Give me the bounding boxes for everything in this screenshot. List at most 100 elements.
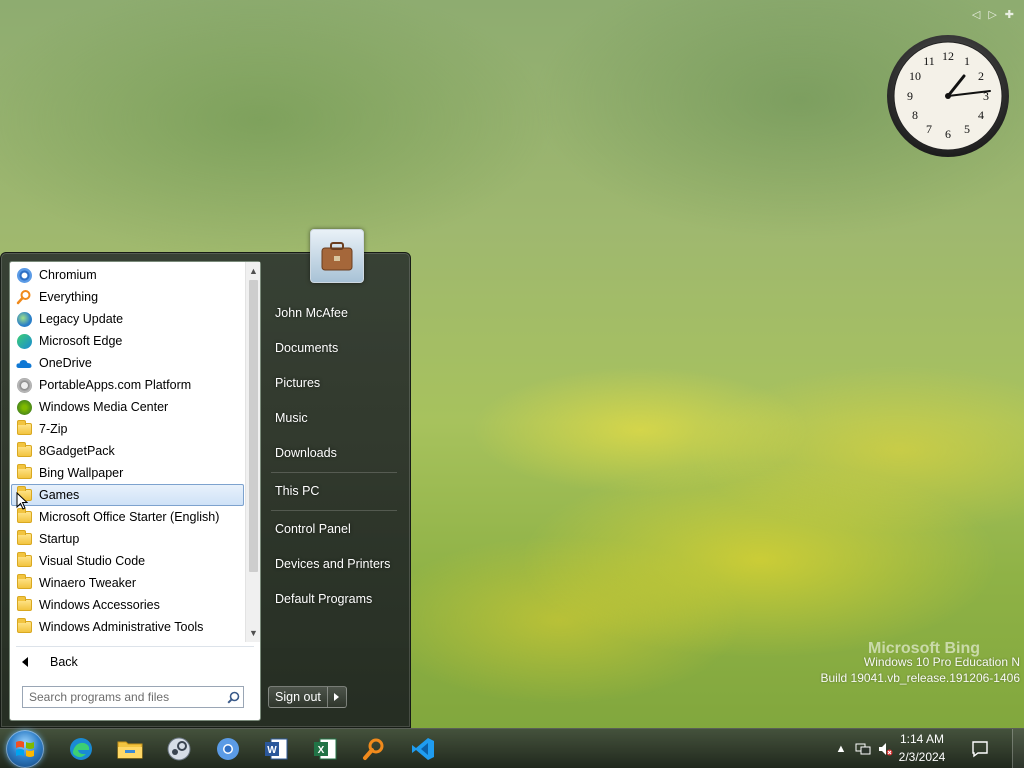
search-programs-box[interactable]	[22, 686, 244, 708]
folder-icon	[16, 442, 32, 459]
svg-text:X: X	[318, 745, 325, 756]
shutdown-options-arrow-icon[interactable]	[328, 687, 346, 707]
user-avatar[interactable]	[310, 229, 364, 283]
folder-icon	[16, 618, 32, 635]
taskbar-chromium-icon[interactable]	[214, 735, 242, 763]
program-item[interactable]: Chromium	[11, 264, 244, 286]
svg-text:9: 9	[907, 89, 913, 103]
start-downloads[interactable]: Downloads	[267, 440, 401, 466]
gadget-prev-icon[interactable]: ◁	[972, 8, 980, 21]
program-list-scrollbar[interactable]: ▲ ▼	[245, 262, 260, 642]
svg-text:12: 12	[942, 49, 954, 63]
folder-icon	[16, 552, 32, 569]
taskbar-date[interactable]: 2/3/2024	[892, 750, 952, 764]
mouse-cursor-icon	[16, 492, 28, 510]
svg-text:2: 2	[978, 69, 984, 83]
program-label: Microsoft Edge	[39, 334, 123, 348]
program-item[interactable]: Microsoft Office Starter (English)	[11, 506, 244, 528]
show-desktop-button[interactable]	[1012, 729, 1024, 768]
program-label: Windows Accessories	[39, 598, 160, 612]
folder-icon	[16, 420, 32, 437]
folder-icon	[16, 530, 32, 547]
taskbar: W X ▲ 1:14 AM 2/3/2024	[0, 728, 1024, 768]
program-item[interactable]: Microsoft Edge	[11, 330, 244, 352]
taskbar-word-icon[interactable]: W	[262, 735, 290, 763]
svg-text:4: 4	[978, 108, 984, 122]
start-devices-printers[interactable]: Devices and Printers	[267, 551, 401, 577]
back-arrow-icon	[22, 657, 28, 667]
program-label: 7-Zip	[39, 422, 68, 436]
search-input[interactable]	[29, 690, 223, 704]
program-item[interactable]: Visual Studio Code	[11, 550, 244, 572]
program-item[interactable]: Bing Wallpaper	[11, 462, 244, 484]
gadget-next-icon[interactable]: ▷	[988, 8, 996, 21]
program-item[interactable]: OneDrive	[11, 352, 244, 374]
program-item[interactable]: Startup	[11, 528, 244, 550]
taskbar-everything-icon[interactable]	[360, 735, 388, 763]
svg-text:W: W	[267, 745, 277, 756]
sign-out-button-group: Sign out	[268, 686, 347, 708]
program-label: Winaero Tweaker	[39, 576, 137, 590]
right-pane-divider	[271, 510, 397, 511]
program-label: 8GadgetPack	[39, 444, 115, 458]
right-pane-divider	[271, 472, 397, 473]
scroll-down-button[interactable]: ▼	[246, 626, 261, 640]
start-pictures[interactable]: Pictures	[267, 370, 401, 396]
windows-logo-icon	[16, 741, 34, 757]
search-icon[interactable]	[223, 687, 243, 707]
gadget-add-icon[interactable]: ✚	[1005, 8, 1014, 21]
network-icon[interactable]	[854, 740, 872, 758]
watermark-build: Build 19041.vb_release.191206-1406	[820, 671, 1021, 685]
start-menu: Chromium Everything Legacy Update Microsoft…	[0, 229, 411, 728]
start-user-name[interactable]: John McAfee	[267, 300, 401, 326]
program-item[interactable]: Everything	[11, 286, 244, 308]
svg-text:5: 5	[964, 122, 970, 136]
taskbar-edge-icon[interactable]	[67, 735, 95, 763]
program-label: Windows Administrative Tools	[39, 620, 204, 634]
scroll-up-button[interactable]: ▲	[246, 264, 261, 278]
action-center-icon[interactable]	[970, 739, 990, 759]
program-label: Everything	[39, 290, 99, 304]
taskbar-time[interactable]: 1:14 AM	[892, 732, 952, 746]
edge-icon	[16, 333, 32, 349]
scroll-thumb[interactable]	[249, 280, 258, 572]
start-documents[interactable]: Documents	[267, 335, 401, 361]
program-item[interactable]: Windows Administrative Tools	[11, 616, 244, 638]
os-watermark: Windows 10 Pro Education N Build 19041.v…	[821, 654, 1021, 686]
watermark-edition: Windows 10 Pro Education N	[863, 655, 1020, 669]
program-item[interactable]: 8GadgetPack	[11, 440, 244, 462]
program-label: Chromium	[39, 268, 97, 282]
start-control-panel[interactable]: Control Panel	[267, 516, 401, 542]
taskbar-steam-icon[interactable]	[165, 735, 193, 763]
taskbar-file-explorer-icon[interactable]	[116, 735, 144, 763]
everything-icon	[16, 289, 32, 305]
folder-icon	[16, 464, 32, 481]
program-item[interactable]: Windows Media Center	[11, 396, 244, 418]
show-hidden-icons-chevron-icon[interactable]: ▲	[832, 740, 850, 758]
program-label: Visual Studio Code	[39, 554, 146, 568]
program-label: Bing Wallpaper	[39, 466, 124, 480]
program-item[interactable]: Winaero Tweaker	[11, 572, 244, 594]
program-item[interactable]: Games	[11, 484, 244, 506]
program-label: Legacy Update	[39, 312, 124, 326]
program-item[interactable]: Legacy Update	[11, 308, 244, 330]
clock-gadget[interactable]: 12 1 2 3 4 5 6 7 8 9 10 11	[886, 34, 1010, 158]
program-item[interactable]: Windows Accessories	[11, 594, 244, 616]
start-this-pc[interactable]: This PC	[267, 478, 401, 504]
onedrive-icon	[16, 355, 32, 371]
folder-icon	[16, 574, 32, 591]
taskbar-excel-icon[interactable]: X	[311, 735, 339, 763]
media-center-icon	[16, 399, 32, 415]
legacy-update-icon	[16, 311, 32, 327]
program-item[interactable]: PortableApps.com Platform	[11, 374, 244, 396]
sign-out-button[interactable]: Sign out	[269, 687, 328, 707]
start-music[interactable]: Music	[267, 405, 401, 431]
program-item[interactable]: 7-Zip	[11, 418, 244, 440]
back-button[interactable]: Back	[20, 650, 240, 674]
taskbar-vscode-icon[interactable]	[409, 735, 437, 763]
program-label: Games	[39, 488, 80, 502]
start-default-programs[interactable]: Default Programs	[267, 586, 401, 612]
start-button[interactable]	[6, 730, 44, 768]
portableapps-icon	[16, 377, 32, 393]
folder-icon	[16, 508, 32, 525]
